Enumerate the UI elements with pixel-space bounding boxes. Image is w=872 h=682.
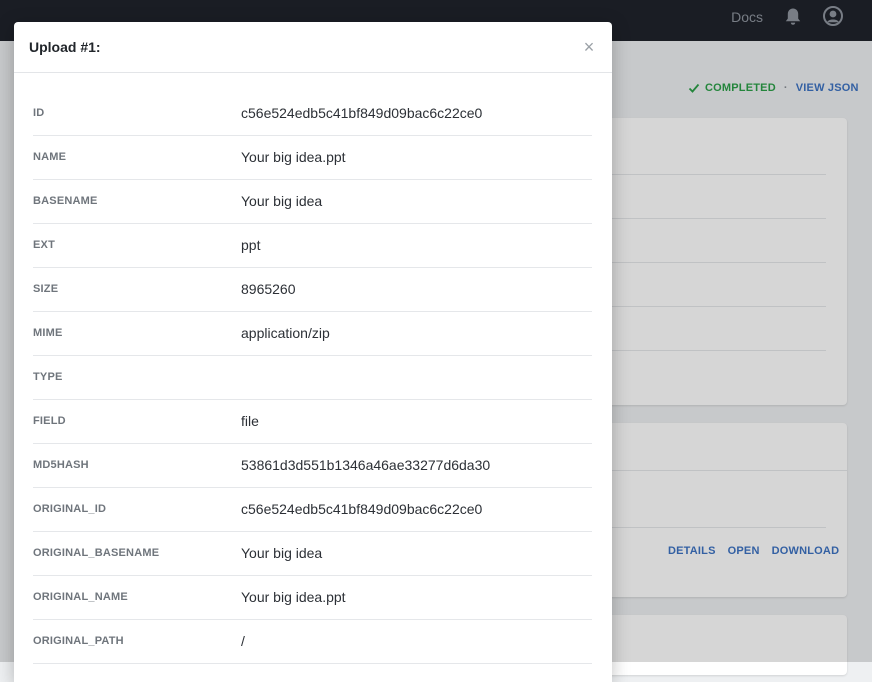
upload-fields-list: ID c56e524edb5c41bf849d09bac6c22ce0 NAME Yo… bbox=[33, 92, 592, 664]
field-key: BASENAME bbox=[33, 195, 98, 207]
field-value: c56e524edb5c41bf849d09bac6c22ce0 bbox=[241, 501, 483, 517]
field-key: ORIGINAL_NAME bbox=[33, 591, 128, 603]
field-key: ORIGINAL_ID bbox=[33, 503, 107, 515]
field-value: Your big idea.ppt bbox=[241, 589, 346, 605]
field-key: MD5HASH bbox=[33, 459, 89, 471]
field-row: SIZE 8965260 bbox=[33, 268, 592, 312]
field-value: / bbox=[241, 633, 245, 649]
field-key: EXT bbox=[33, 239, 55, 251]
field-row: BASENAME Your big idea bbox=[33, 180, 592, 224]
field-value: file bbox=[241, 413, 259, 429]
field-row: FIELD file bbox=[33, 400, 592, 444]
field-key: TYPE bbox=[33, 371, 63, 383]
field-key: FIELD bbox=[33, 415, 66, 427]
field-row: NAME Your big idea.ppt bbox=[33, 136, 592, 180]
field-value: 53861d3d551b1346a46ae33277d6da30 bbox=[241, 457, 491, 473]
field-row: ORIGINAL_PATH / bbox=[33, 620, 592, 664]
field-value: c56e524edb5c41bf849d09bac6c22ce0 bbox=[241, 105, 483, 121]
field-row: ID c56e524edb5c41bf849d09bac6c22ce0 bbox=[33, 92, 592, 136]
field-row: MD5HASH 53861d3d551b1346a46ae33277d6da30 bbox=[33, 444, 592, 488]
field-key: ORIGINAL_PATH bbox=[33, 635, 124, 647]
field-row: ORIGINAL_ID c56e524edb5c41bf849d09bac6c22… bbox=[33, 488, 592, 532]
field-key: ID bbox=[33, 107, 45, 119]
upload-details-modal: Upload #1: × ID c56e524edb5c41bf849d09bac… bbox=[14, 22, 612, 682]
modal-header: Upload #1: × bbox=[14, 22, 612, 73]
field-row: EXT ppt bbox=[33, 224, 592, 268]
field-row: ORIGINAL_BASENAME Your big idea bbox=[33, 532, 592, 576]
field-value: application/zip bbox=[241, 325, 330, 341]
modal-title: Upload #1: bbox=[29, 39, 101, 55]
field-row: MIME application/zip bbox=[33, 312, 592, 356]
close-icon[interactable]: × bbox=[582, 38, 596, 56]
field-value: Your big idea bbox=[241, 545, 323, 561]
field-row: ORIGINAL_NAME Your big idea.ppt bbox=[33, 576, 592, 620]
field-value: 8965260 bbox=[241, 281, 296, 297]
field-value: Your big idea.ppt bbox=[241, 149, 346, 165]
field-key: NAME bbox=[33, 151, 67, 163]
field-key: ORIGINAL_BASENAME bbox=[33, 547, 160, 559]
field-value: Your big idea bbox=[241, 193, 323, 209]
field-value: ppt bbox=[241, 237, 261, 253]
field-key: MIME bbox=[33, 327, 63, 339]
field-key: SIZE bbox=[33, 283, 59, 295]
field-row: TYPE bbox=[33, 356, 592, 400]
